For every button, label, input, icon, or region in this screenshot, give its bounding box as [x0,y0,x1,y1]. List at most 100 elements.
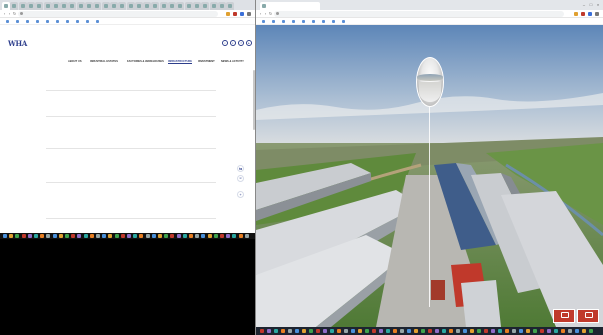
taskbar-app-icon[interactable] [463,329,467,333]
taskbar-app-icon[interactable] [267,329,271,333]
tab[interactable] [93,2,102,10]
tab[interactable] [76,2,85,10]
list-item[interactable] [46,131,216,149]
taskbar-app-icon[interactable] [540,329,544,333]
extension-icon[interactable] [233,11,237,16]
taskbar-app-icon[interactable] [337,329,341,333]
tab[interactable] [209,2,218,10]
taskbar-app-icon[interactable] [15,234,20,238]
taskbar-app-icon[interactable] [27,234,32,238]
nav-infrastructure[interactable]: INFRASTRUCTURE [168,60,192,64]
bookmark-item[interactable] [292,18,296,24]
taskbar-app-icon[interactable] [52,234,57,238]
taskbar-app-icon[interactable] [226,234,231,238]
taskbar-app-icon[interactable] [491,329,495,333]
taskbar-app-icon[interactable] [589,329,593,333]
bookmark-item[interactable] [272,18,276,24]
nav-about-us[interactable]: ABOUT US [68,60,82,63]
taskbar-app-icon[interactable] [421,329,425,333]
taskbar-app-icon[interactable] [547,329,551,333]
bookmark-item[interactable] [16,18,20,24]
aerial-360-view[interactable] [256,25,603,327]
bookmark-item[interactable] [56,18,60,24]
tab[interactable] [60,2,69,10]
nav-industrial-estates[interactable]: INDUSTRIAL ESTATES [90,60,118,63]
taskbar-app-icon[interactable] [288,329,292,333]
bookmark-item[interactable] [26,18,30,24]
taskbar-app-icon[interactable] [575,329,579,333]
taskbar-app-icon[interactable] [477,329,481,333]
taskbar-app-icon[interactable] [505,329,509,333]
taskbar-app-icon[interactable] [133,234,138,238]
taskbar-app-icon[interactable] [201,234,206,238]
taskbar-app-icon[interactable] [358,329,362,333]
tab[interactable] [217,2,226,10]
minimize-icon[interactable]: – [581,2,587,7]
taskbar-app-icon[interactable] [442,329,446,333]
taskbar-app-icon[interactable] [151,234,156,238]
taskbar-app-icon[interactable] [213,234,218,238]
bookmark-item[interactable] [66,18,70,24]
taskbar-app-icon[interactable] [34,234,38,238]
taskbar-app-icon[interactable] [145,234,150,238]
maximize-icon[interactable]: □ [588,2,594,7]
tab[interactable] [68,2,77,10]
menu-icon[interactable] [595,11,599,16]
taskbar-app-icon[interactable] [386,329,390,333]
taskbar-app-icon[interactable] [83,234,88,238]
taskbar-app-icon[interactable] [182,234,187,238]
taskbar-app-icon[interactable] [554,329,558,333]
tab[interactable] [118,2,127,10]
tab[interactable] [10,2,19,10]
taskbar-app-icon[interactable] [351,329,355,333]
taskbar-app-icon[interactable] [96,234,100,238]
panorama-hotspot[interactable] [416,57,444,107]
taskbar-app-icon[interactable] [139,234,144,238]
reload-icon[interactable]: ↻ [12,11,17,16]
extension-icon[interactable] [226,11,230,16]
list-item[interactable] [46,165,216,183]
taskbar-app-icon[interactable] [582,329,586,333]
taskbar-app-icon[interactable] [207,234,212,238]
extension-icon[interactable] [581,11,585,16]
left-url-field[interactable] [18,11,218,17]
tab[interactable] [168,2,176,10]
tab[interactable] [260,2,320,10]
taskbar-app-icon[interactable] [344,329,348,333]
tab[interactable] [159,2,168,10]
tab[interactable] [176,2,185,10]
taskbar-app-icon[interactable] [295,329,299,333]
bookmark-item[interactable] [332,18,336,24]
taskbar-app-icon[interactable] [195,234,200,238]
reload-icon[interactable]: ↻ [268,11,273,16]
taskbar-app-icon[interactable] [108,234,113,238]
taskbar-app-icon[interactable] [379,329,383,333]
taskbar-app-icon[interactable] [40,234,45,238]
taskbar-app-icon[interactable] [77,234,82,238]
list-item[interactable] [46,195,216,219]
bookmark-item[interactable] [96,18,100,24]
chat-icon[interactable]: ✉ [237,175,244,182]
tab[interactable] [35,2,44,10]
tab[interactable] [184,2,193,10]
taskbar-app-icon[interactable] [114,234,119,238]
tab[interactable] [2,2,10,10]
taskbar-app-icon[interactable] [365,329,369,333]
taskbar-app-icon[interactable] [170,234,175,238]
taskbar-app-icon[interactable] [65,234,69,238]
taskbar-app-icon[interactable] [220,234,224,238]
taskbar-app-icon[interactable] [309,329,313,333]
taskbar-app-icon[interactable] [449,329,453,333]
taskbar-app-icon[interactable] [9,234,14,238]
list-item[interactable] [46,99,216,117]
bookmark-item[interactable] [262,18,266,24]
search-icon[interactable]: ⌕ [222,40,228,46]
bookmark-item[interactable] [36,18,40,24]
tab[interactable] [201,2,210,10]
taskbar-app-icon[interactable] [46,234,51,238]
taskbar-app-icon[interactable] [330,329,334,333]
taskbar-app-icon[interactable] [302,329,306,333]
bookmark-item[interactable] [342,18,346,24]
wha-logo[interactable]: WHA [8,39,30,57]
taskbar-app-icon[interactable] [102,234,107,238]
